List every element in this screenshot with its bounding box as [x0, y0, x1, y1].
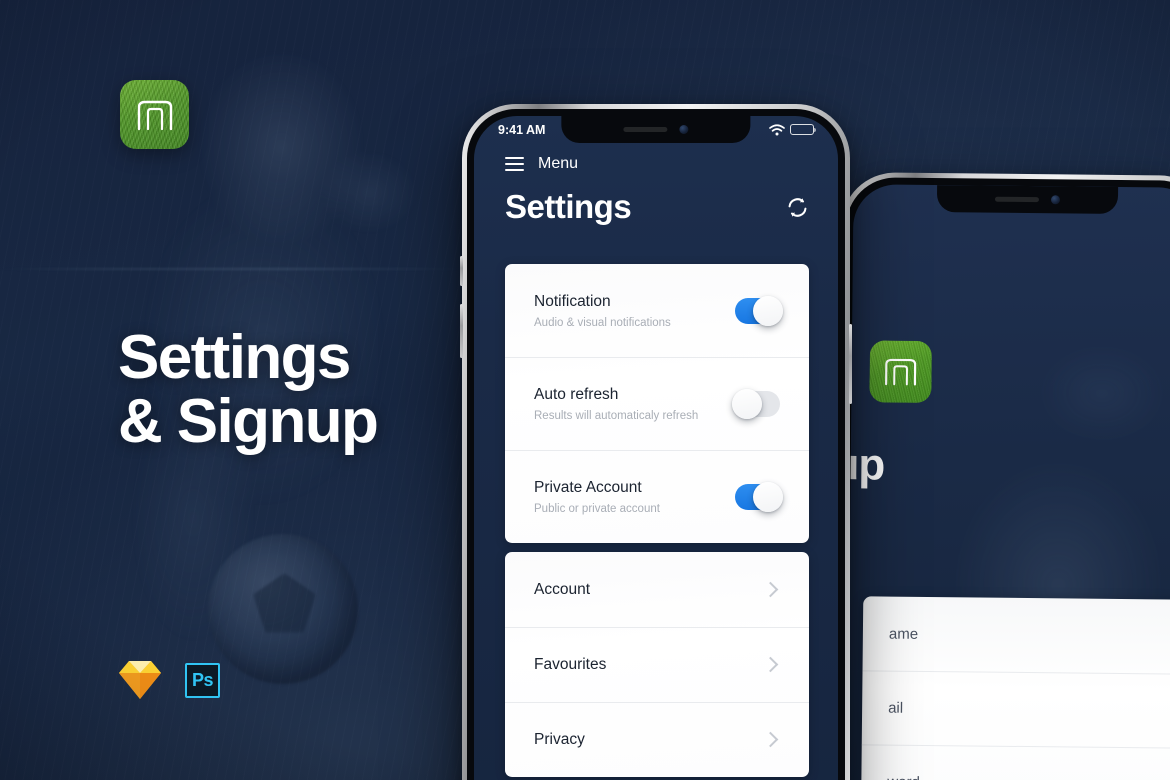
link-row-favourites[interactable]: Favourites: [505, 627, 809, 702]
background-soccer-ball: [208, 534, 358, 684]
toggle-auto-refresh[interactable]: [732, 388, 780, 419]
phone-main-power-button: [849, 324, 852, 404]
chevron-right-icon: [762, 581, 779, 598]
link-row-privacy[interactable]: Privacy: [505, 702, 809, 777]
setting-title: Notification: [534, 292, 611, 310]
phone-main-volume-down-button: [460, 304, 463, 358]
photoshop-badge: Ps: [185, 662, 220, 698]
wifi-icon: [769, 123, 785, 135]
settings-content: Notification Audio & visual notification…: [505, 264, 809, 780]
phone-back-hero-title: nup: [846, 439, 885, 490]
background-field-line: [0, 268, 470, 270]
setting-subtitle: Results will automaticaly refresh: [534, 409, 699, 422]
signup-name-label: ame: [888, 625, 919, 643]
mockup-stage: Settings & Signup Ps nup ame ail 9:41 AM…: [0, 0, 1170, 780]
menu-button[interactable]: Menu: [505, 155, 578, 173]
signup-email-label: ail: [888, 699, 904, 717]
links-card: Account Favourites Privacy: [505, 552, 809, 777]
refresh-sync-icon[interactable]: [786, 196, 809, 219]
chevron-right-icon: [762, 656, 779, 673]
phone-main-screen: 9:41 AM Menu Settings Notification Audio…: [474, 116, 838, 780]
phone-back-app-logo: [869, 340, 932, 404]
foreground-phone: 9:41 AM Menu Settings Notification Audio…: [460, 104, 852, 780]
battery-icon: [790, 124, 817, 135]
format-badges: Ps: [118, 659, 220, 701]
setting-row-notification[interactable]: Notification Audio & visual notification…: [505, 264, 809, 357]
setting-title: Auto refresh: [534, 385, 619, 403]
setting-row-auto-refresh[interactable]: Auto refresh Results will automaticaly r…: [505, 357, 809, 450]
hamburger-menu-icon[interactable]: [505, 156, 524, 172]
setting-text-notification: Notification Audio & visual notification…: [534, 293, 671, 329]
status-bar: 9:41 AM: [474, 116, 838, 143]
status-time: 9:41 AM: [498, 122, 546, 137]
signup-password-label: word: [887, 773, 920, 780]
phone-back-notch: [936, 185, 1119, 214]
link-label: Privacy: [534, 730, 585, 748]
setting-subtitle: Public or private account: [534, 502, 660, 515]
setting-title: Private Account: [534, 478, 642, 496]
link-label: Favourites: [534, 655, 607, 673]
setting-subtitle: Audio & visual notifications: [534, 316, 671, 329]
phone-back-bezel: nup ame ail word: [839, 177, 1170, 780]
status-indicators: [769, 123, 817, 136]
signup-email-field[interactable]: ail: [862, 670, 1170, 747]
toggle-private-account[interactable]: [735, 481, 783, 512]
link-label: Account: [534, 580, 591, 598]
setting-row-private-account[interactable]: Private Account Public or private accoun…: [505, 450, 809, 543]
phone-back-speaker: [994, 196, 1039, 203]
toggles-card: Notification Audio & visual notification…: [505, 264, 809, 543]
screen-header: Settings: [505, 188, 809, 226]
menu-label: Menu: [538, 155, 579, 172]
sketch-badge-icon: [119, 661, 161, 699]
phone-back-screen: nup ame ail word: [846, 184, 1170, 780]
phone-main-bezel: 9:41 AM Menu Settings Notification Audio…: [467, 109, 845, 780]
signup-form-card: ame ail word: [860, 596, 1170, 780]
soccer-goal-icon: [137, 100, 172, 130]
setting-text-private-account: Private Account Public or private accoun…: [534, 479, 660, 515]
setting-text-auto-refresh: Auto refresh Results will automaticaly r…: [534, 386, 698, 422]
phone-main-volume-up-button: [460, 256, 463, 286]
screen-title: Settings: [505, 188, 632, 225]
link-row-account[interactable]: Account: [505, 552, 809, 627]
chevron-right-icon: [762, 731, 779, 748]
soccer-goal-icon: [885, 358, 917, 386]
signup-password-field[interactable]: word: [861, 744, 1170, 780]
toggle-notification[interactable]: [735, 295, 783, 326]
signup-name-field[interactable]: ame: [863, 596, 1170, 673]
background-phone: nup ame ail word: [834, 172, 1170, 780]
phone-back-front-camera: [1050, 195, 1060, 205]
app-logo: [120, 80, 189, 149]
